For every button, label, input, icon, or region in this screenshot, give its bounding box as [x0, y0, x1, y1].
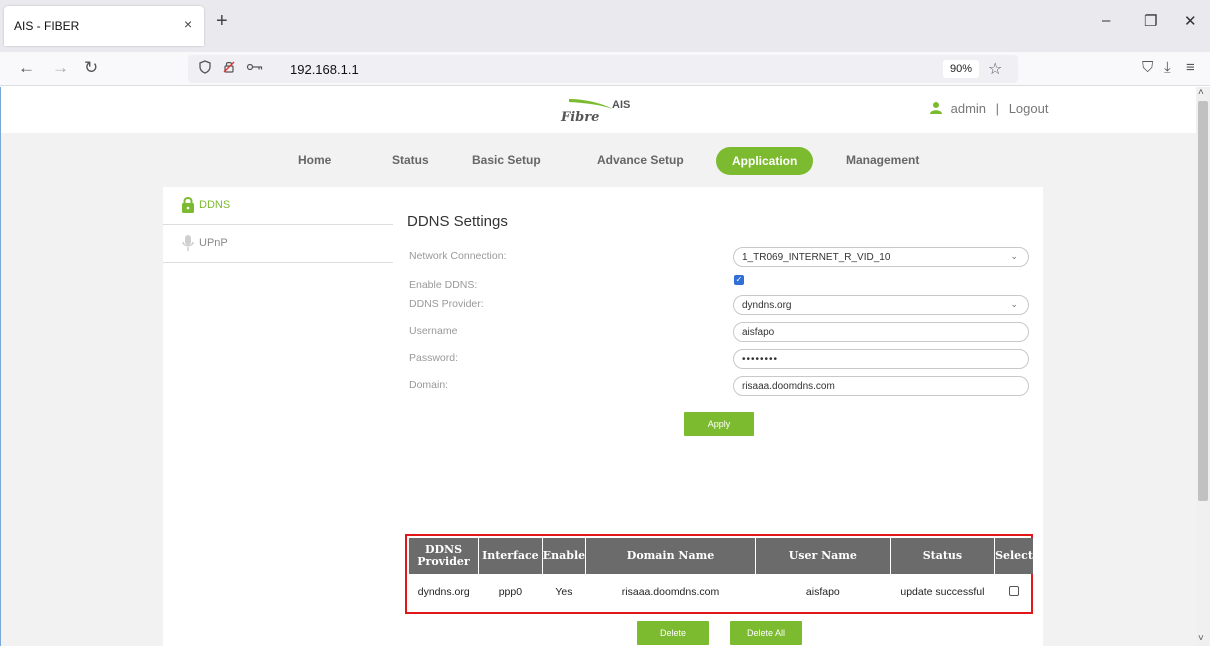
enable-ddns-row: Enable DDNS: ✓ [409, 275, 744, 291]
separator: | [995, 101, 1000, 116]
row-select-checkbox[interactable] [1008, 585, 1019, 596]
username-input[interactable]: aisfapo [733, 322, 1029, 342]
shield-icon[interactable] [198, 60, 212, 77]
tab-title: AIS - FIBER [14, 19, 80, 33]
zoom-level[interactable]: 90% [943, 60, 979, 78]
browser-tab[interactable]: AIS - FIBER × [4, 6, 204, 46]
enable-ddns-checkbox[interactable]: ✓ [734, 275, 744, 285]
scrollbar-thumb[interactable] [1198, 101, 1208, 501]
url-text[interactable]: 192.168.1.1 [290, 62, 359, 77]
url-bar[interactable]: 192.168.1.1 90% ☆ [188, 55, 1018, 83]
network-connection-row: Network Connection: 1_TR069_INTERNET_R_V… [393, 247, 1043, 267]
cell-enable: Yes [555, 586, 573, 598]
cell-select [995, 574, 1033, 610]
sidebar-item-label: DDNS [199, 199, 231, 211]
minimize-icon[interactable]: – [1102, 12, 1110, 29]
menu-application[interactable]: Application [716, 147, 814, 175]
close-window-icon[interactable]: ✕ [1184, 12, 1197, 30]
scroll-down-icon[interactable]: ˅ [1198, 633, 1204, 644]
key-icon[interactable] [246, 60, 264, 77]
column-header-domain-name: Domain Name [585, 538, 756, 574]
column-header-enable: Enable [542, 538, 587, 574]
password-input[interactable]: •••••••• [733, 349, 1029, 369]
page-viewport: AIS Fibre admin | Logout Home Status Bas… [0, 87, 1196, 646]
insecure-lock-icon[interactable] [222, 60, 236, 77]
column-header-select: Select [994, 538, 1033, 574]
table-header-row: DDNS Provider Interface Enable Domain Na… [409, 538, 1033, 574]
sidebar-item-ddns[interactable]: DDNS [163, 187, 393, 225]
back-icon[interactable]: ← [18, 58, 35, 78]
delete-button[interactable]: Delete [637, 621, 709, 645]
menu-status[interactable]: Status [392, 153, 429, 167]
menu-home[interactable]: Home [298, 153, 331, 167]
domain-input[interactable]: risaaa.doomdns.com [733, 376, 1029, 396]
column-header-user-name: User Name [755, 538, 891, 574]
column-header-status: Status [890, 538, 996, 574]
ddns-table: DDNS Provider Interface Enable Domain Na… [405, 534, 1033, 614]
column-header-ddns-provider: DDNS Provider [409, 538, 479, 574]
new-tab-icon[interactable]: + [216, 10, 228, 33]
ddns-entries-table: DDNS Provider Interface Enable Domain Na… [409, 538, 1033, 610]
page-scrollbar[interactable]: ˄ ˅ [1196, 87, 1210, 646]
site-header: AIS Fibre admin | Logout [1, 87, 1196, 133]
sidebar-item-label: UPnP [199, 237, 228, 249]
forward-icon[interactable]: → [52, 58, 69, 78]
cell-user-name: aisfapo [805, 586, 840, 598]
pocket-icon[interactable]: ⛉ [1142, 59, 1153, 76]
username-label: admin [950, 101, 987, 116]
cell-status: update successful [900, 586, 985, 598]
password-row: Password: •••••••• [393, 349, 1043, 369]
delete-all-button[interactable]: Delete All [730, 621, 802, 645]
ais-fibre-logo: AIS Fibre [561, 99, 631, 125]
cell-domain-name: risaaa.doomdns.com [621, 586, 720, 598]
network-connection-select[interactable]: 1_TR069_INTERNET_R_VID_10 ⌄ [733, 247, 1029, 267]
lock-icon [179, 196, 197, 214]
reload-icon[interactable]: ↻ [84, 58, 98, 78]
cell-ddns-provider: dyndns.org [417, 586, 470, 598]
domain-row: Domain: risaaa.doomdns.com [393, 376, 1043, 396]
download-icon[interactable]: ⤓ [1164, 59, 1171, 76]
tab-close-icon[interactable]: × [184, 16, 192, 32]
menu-basic-setup[interactable]: Basic Setup [472, 153, 541, 167]
scroll-up-icon[interactable]: ˄ [1198, 87, 1204, 98]
main-menu: Home Status Basic Setup Advance Setup Ap… [1, 147, 1196, 177]
user-area: admin | Logout [929, 101, 1048, 116]
browser-nav-bar: ← → ↻ 192.168.1.1 90% ☆ ⛉ ⤓ ≡ [0, 52, 1210, 86]
cell-interface: ppp0 [498, 586, 523, 598]
user-icon [929, 101, 943, 114]
sidebar-item-upnp[interactable]: UPnP [163, 225, 393, 263]
ddns-provider-select[interactable]: dyndns.org ⌄ [733, 295, 1029, 315]
restore-icon[interactable]: ❐ [1144, 12, 1157, 30]
app-menu-icon[interactable]: ≡ [1186, 59, 1195, 76]
page-title: DDNS Settings [407, 213, 508, 230]
sidebar: DDNS UPnP [163, 187, 393, 646]
bookmark-star-icon[interactable]: ☆ [988, 59, 1002, 79]
column-header-interface: Interface [478, 538, 543, 574]
chevron-down-icon: ⌄ [1010, 299, 1018, 309]
chevron-down-icon: ⌄ [1010, 251, 1018, 261]
apply-button[interactable]: Apply [684, 412, 754, 436]
ddns-provider-row: DDNS Provider: dyndns.org ⌄ [393, 295, 1043, 315]
menu-management[interactable]: Management [846, 153, 919, 167]
microphone-icon [179, 234, 197, 252]
browser-tab-bar: AIS - FIBER × + – ❐ ✕ [0, 0, 1210, 52]
table-row: dyndns.org ppp0 Yes risaaa.doomdns.com a… [409, 574, 1033, 610]
username-row: Username aisfapo [393, 322, 1043, 342]
logout-link[interactable]: Logout [1009, 101, 1049, 116]
menu-advance-setup[interactable]: Advance Setup [597, 153, 684, 167]
ddns-panel: DDNS Settings Network Connection: 1_TR06… [393, 187, 1043, 646]
